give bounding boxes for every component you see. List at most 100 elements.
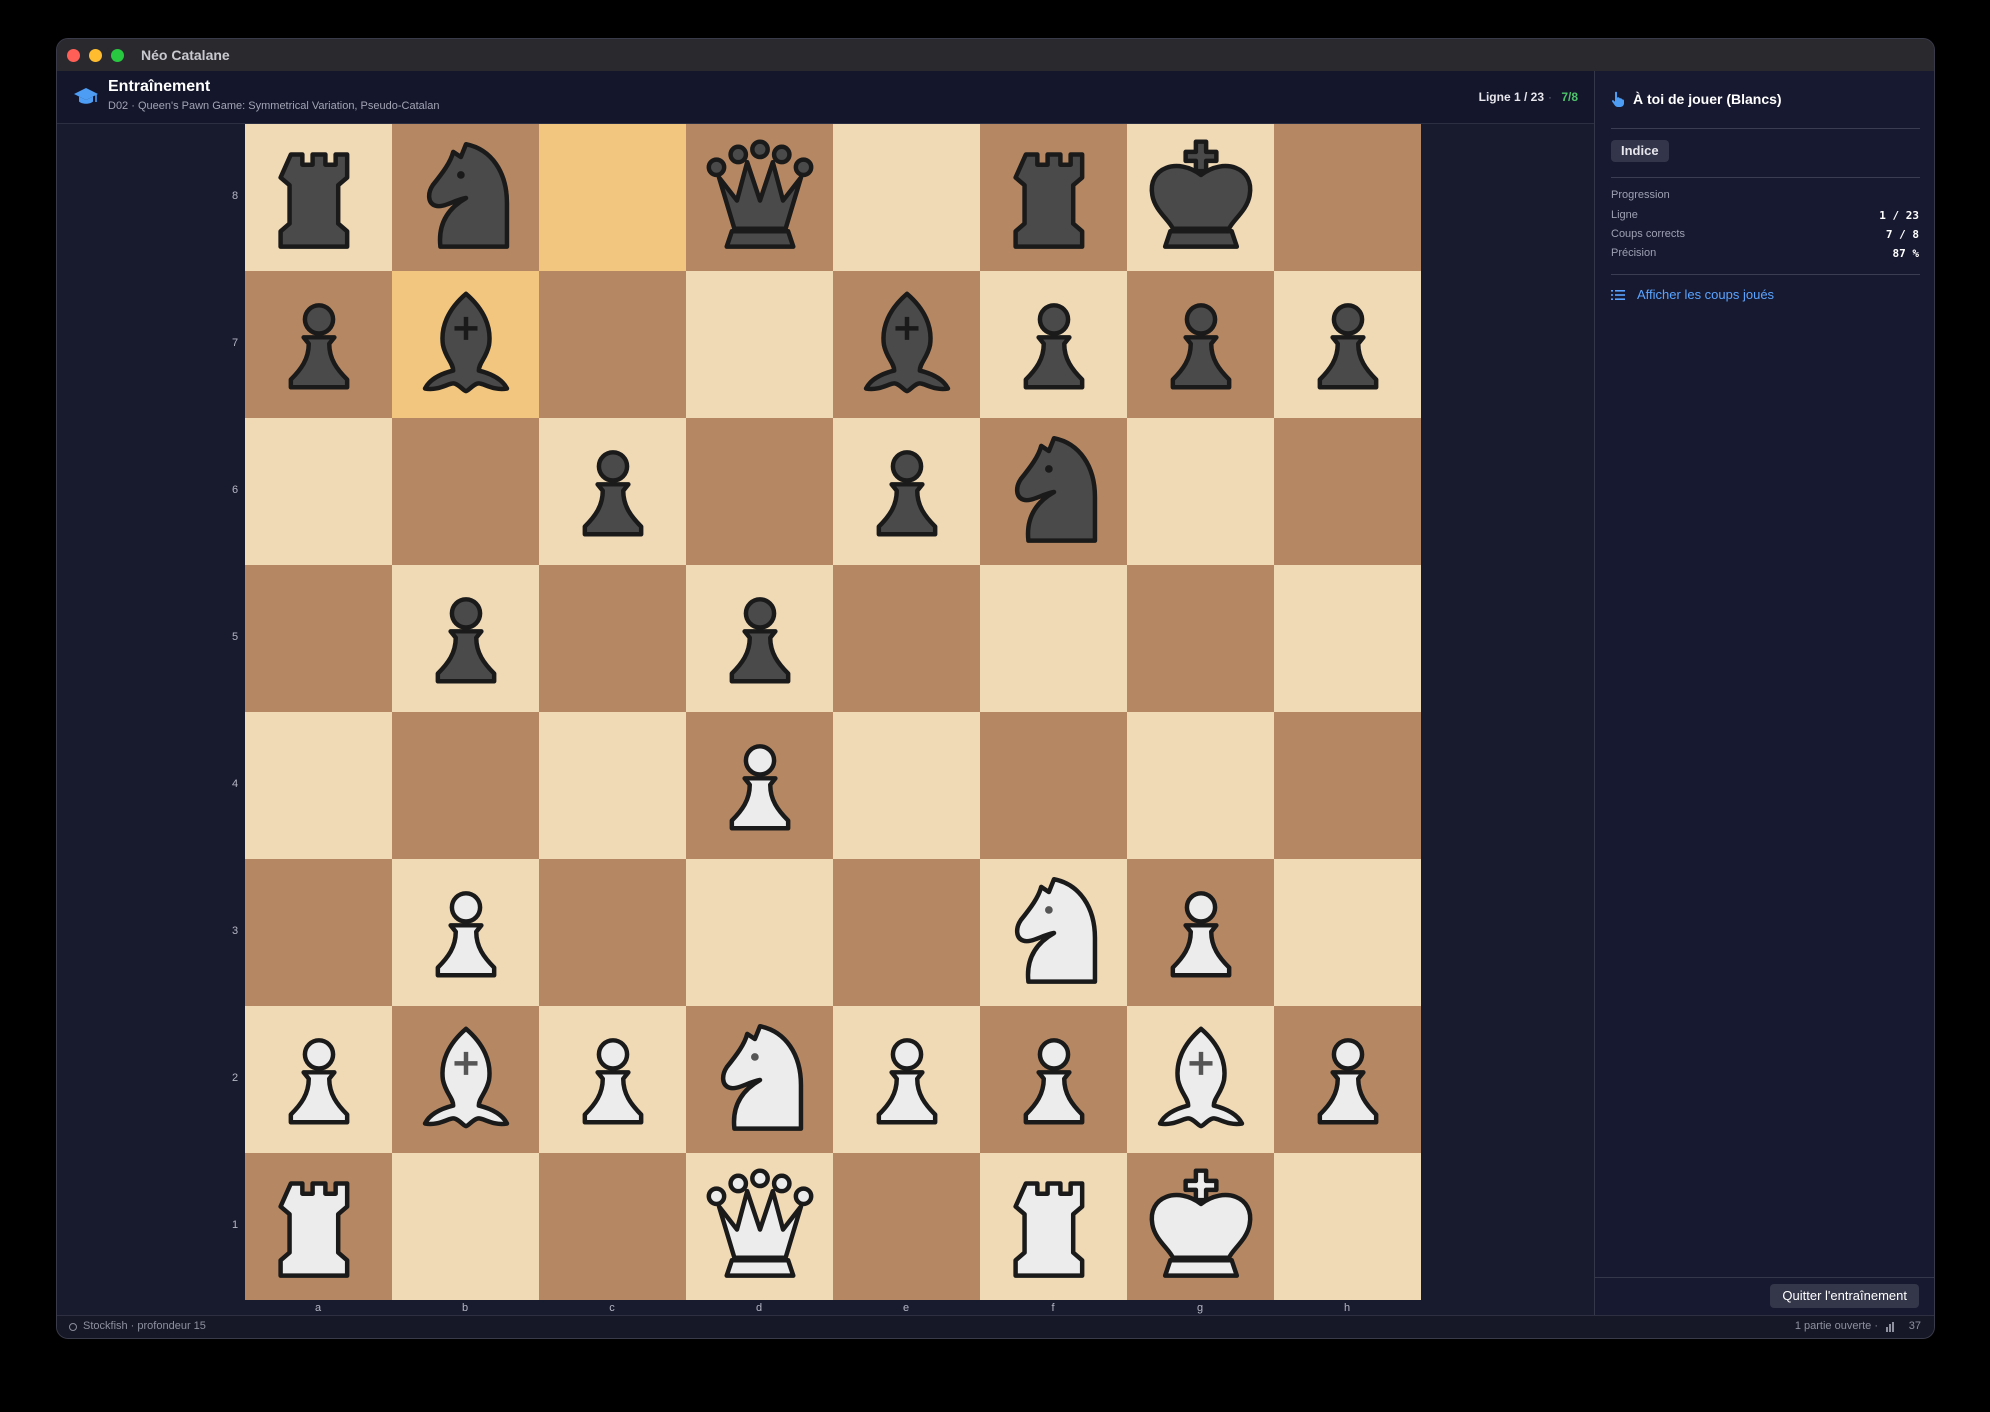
maximize-window-button[interactable]: [111, 49, 124, 62]
chess-board[interactable]: [245, 124, 1421, 1300]
square-a4[interactable]: [245, 712, 392, 859]
square-f6[interactable]: [980, 418, 1127, 565]
square-e5[interactable]: [833, 565, 980, 712]
black-pawn-icon[interactable]: [1284, 281, 1412, 409]
black-queen-icon[interactable]: [696, 134, 824, 262]
square-h4[interactable]: [1274, 712, 1421, 859]
square-g1[interactable]: [1127, 1153, 1274, 1300]
square-d5[interactable]: [686, 565, 833, 712]
square-g8[interactable]: [1127, 124, 1274, 271]
square-a5[interactable]: [245, 565, 392, 712]
white-pawn-icon[interactable]: [549, 1016, 677, 1144]
square-b6[interactable]: [392, 418, 539, 565]
square-f1[interactable]: [980, 1153, 1127, 1300]
square-e1[interactable]: [833, 1153, 980, 1300]
black-pawn-icon[interactable]: [255, 281, 383, 409]
square-c3[interactable]: [539, 859, 686, 1006]
square-g6[interactable]: [1127, 418, 1274, 565]
square-g3[interactable]: [1127, 859, 1274, 1006]
square-b1[interactable]: [392, 1153, 539, 1300]
square-a7[interactable]: [245, 271, 392, 418]
square-a2[interactable]: [245, 1006, 392, 1153]
close-window-button[interactable]: [67, 49, 80, 62]
square-e8[interactable]: [833, 124, 980, 271]
minimize-window-button[interactable]: [89, 49, 102, 62]
square-d8[interactable]: [686, 124, 833, 271]
black-knight-icon[interactable]: [402, 134, 530, 262]
square-b2[interactable]: [392, 1006, 539, 1153]
square-f3[interactable]: [980, 859, 1127, 1006]
black-pawn-icon[interactable]: [843, 428, 971, 556]
square-g7[interactable]: [1127, 271, 1274, 418]
show-moves-link[interactable]: Afficher les coups joués: [1611, 287, 1774, 302]
square-b5[interactable]: [392, 565, 539, 712]
white-rook-icon[interactable]: [990, 1163, 1118, 1291]
black-bishop-icon[interactable]: [402, 281, 530, 409]
white-pawn-icon[interactable]: [1284, 1016, 1412, 1144]
square-h1[interactable]: [1274, 1153, 1421, 1300]
square-d1[interactable]: [686, 1153, 833, 1300]
white-rook-icon[interactable]: [255, 1163, 383, 1291]
square-h8[interactable]: [1274, 124, 1421, 271]
hint-button[interactable]: Indice: [1611, 140, 1669, 162]
square-h6[interactable]: [1274, 418, 1421, 565]
black-pawn-icon[interactable]: [549, 428, 677, 556]
black-rook-icon[interactable]: [255, 134, 383, 262]
square-e4[interactable]: [833, 712, 980, 859]
square-c7[interactable]: [539, 271, 686, 418]
square-c6[interactable]: [539, 418, 686, 565]
white-queen-icon[interactable]: [696, 1163, 824, 1291]
square-h2[interactable]: [1274, 1006, 1421, 1153]
square-f2[interactable]: [980, 1006, 1127, 1153]
square-e2[interactable]: [833, 1006, 980, 1153]
black-pawn-icon[interactable]: [696, 575, 824, 703]
square-b8[interactable]: [392, 124, 539, 271]
white-pawn-icon[interactable]: [1137, 869, 1265, 997]
square-d2[interactable]: [686, 1006, 833, 1153]
square-c4[interactable]: [539, 712, 686, 859]
square-a8[interactable]: [245, 124, 392, 271]
white-knight-icon[interactable]: [990, 869, 1118, 997]
square-c8[interactable]: [539, 124, 686, 271]
white-knight-icon[interactable]: [696, 1016, 824, 1144]
square-h7[interactable]: [1274, 271, 1421, 418]
black-rook-icon[interactable]: [990, 134, 1118, 262]
square-c5[interactable]: [539, 565, 686, 712]
square-g5[interactable]: [1127, 565, 1274, 712]
square-e6[interactable]: [833, 418, 980, 565]
white-king-icon[interactable]: [1137, 1163, 1265, 1291]
white-bishop-icon[interactable]: [1137, 1016, 1265, 1144]
white-pawn-icon[interactable]: [843, 1016, 971, 1144]
black-knight-icon[interactable]: [990, 428, 1118, 556]
square-f8[interactable]: [980, 124, 1127, 271]
square-c1[interactable]: [539, 1153, 686, 1300]
show-moves-label[interactable]: Afficher les coups joués: [1637, 287, 1774, 302]
square-g4[interactable]: [1127, 712, 1274, 859]
white-pawn-icon[interactable]: [255, 1016, 383, 1144]
black-bishop-icon[interactable]: [843, 281, 971, 409]
square-b7[interactable]: [392, 271, 539, 418]
black-king-icon[interactable]: [1137, 134, 1265, 262]
black-pawn-icon[interactable]: [402, 575, 530, 703]
square-e3[interactable]: [833, 859, 980, 1006]
square-h3[interactable]: [1274, 859, 1421, 1006]
square-g2[interactable]: [1127, 1006, 1274, 1153]
square-h5[interactable]: [1274, 565, 1421, 712]
white-pawn-icon[interactable]: [990, 1016, 1118, 1144]
white-bishop-icon[interactable]: [402, 1016, 530, 1144]
square-f7[interactable]: [980, 271, 1127, 418]
square-c2[interactable]: [539, 1006, 686, 1153]
square-b3[interactable]: [392, 859, 539, 1006]
square-f5[interactable]: [980, 565, 1127, 712]
square-a3[interactable]: [245, 859, 392, 1006]
square-d3[interactable]: [686, 859, 833, 1006]
white-pawn-icon[interactable]: [696, 722, 824, 850]
square-e7[interactable]: [833, 271, 980, 418]
square-f4[interactable]: [980, 712, 1127, 859]
square-b4[interactable]: [392, 712, 539, 859]
quit-training-button[interactable]: Quitter l'entraînement: [1770, 1284, 1919, 1308]
square-d6[interactable]: [686, 418, 833, 565]
square-a1[interactable]: [245, 1153, 392, 1300]
black-pawn-icon[interactable]: [990, 281, 1118, 409]
black-pawn-icon[interactable]: [1137, 281, 1265, 409]
